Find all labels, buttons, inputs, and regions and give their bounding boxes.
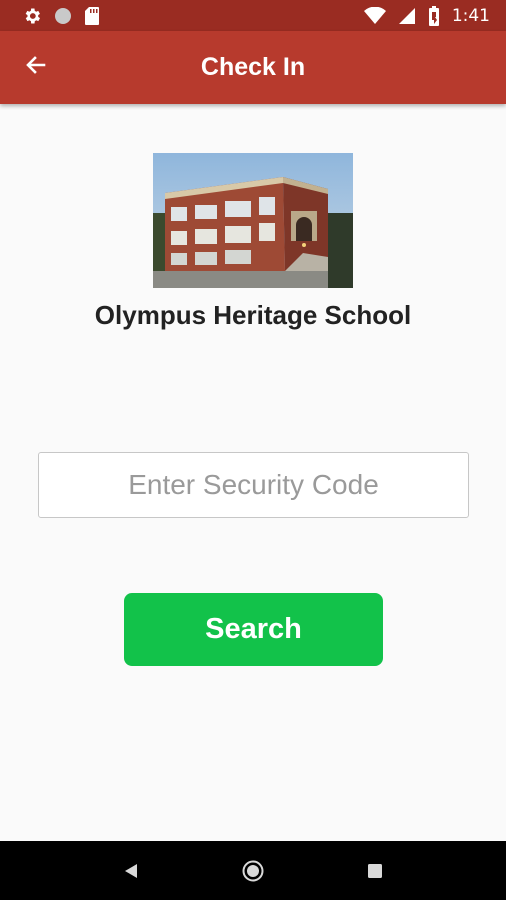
status-time: 1:41	[451, 5, 490, 26]
back-triangle-icon	[125, 863, 137, 878]
page-title: Check In	[200, 53, 306, 81]
sd-card-icon	[85, 6, 99, 25]
recents-square-icon	[368, 863, 382, 878]
nav-home-button[interactable]	[233, 851, 273, 891]
status-right: 1:41	[363, 5, 490, 26]
school-building-image	[153, 153, 353, 288]
school-name: Olympus Heritage School	[94, 300, 412, 330]
search-button[interactable]: Search	[124, 593, 383, 666]
battery-icon	[428, 5, 439, 26]
status-bar: 1:41	[0, 0, 506, 31]
app-bar: Check In	[0, 31, 506, 104]
status-left	[22, 6, 100, 26]
signal-icon	[398, 7, 415, 24]
circle-icon	[55, 7, 71, 24]
nav-back-button[interactable]	[111, 851, 151, 891]
settings-icon	[25, 8, 40, 23]
security-code-input[interactable]	[38, 452, 469, 518]
nav-recents-button[interactable]	[355, 851, 395, 891]
navigation-bar	[0, 841, 506, 900]
wifi-icon	[363, 6, 386, 24]
home-circle-icon	[242, 860, 264, 881]
